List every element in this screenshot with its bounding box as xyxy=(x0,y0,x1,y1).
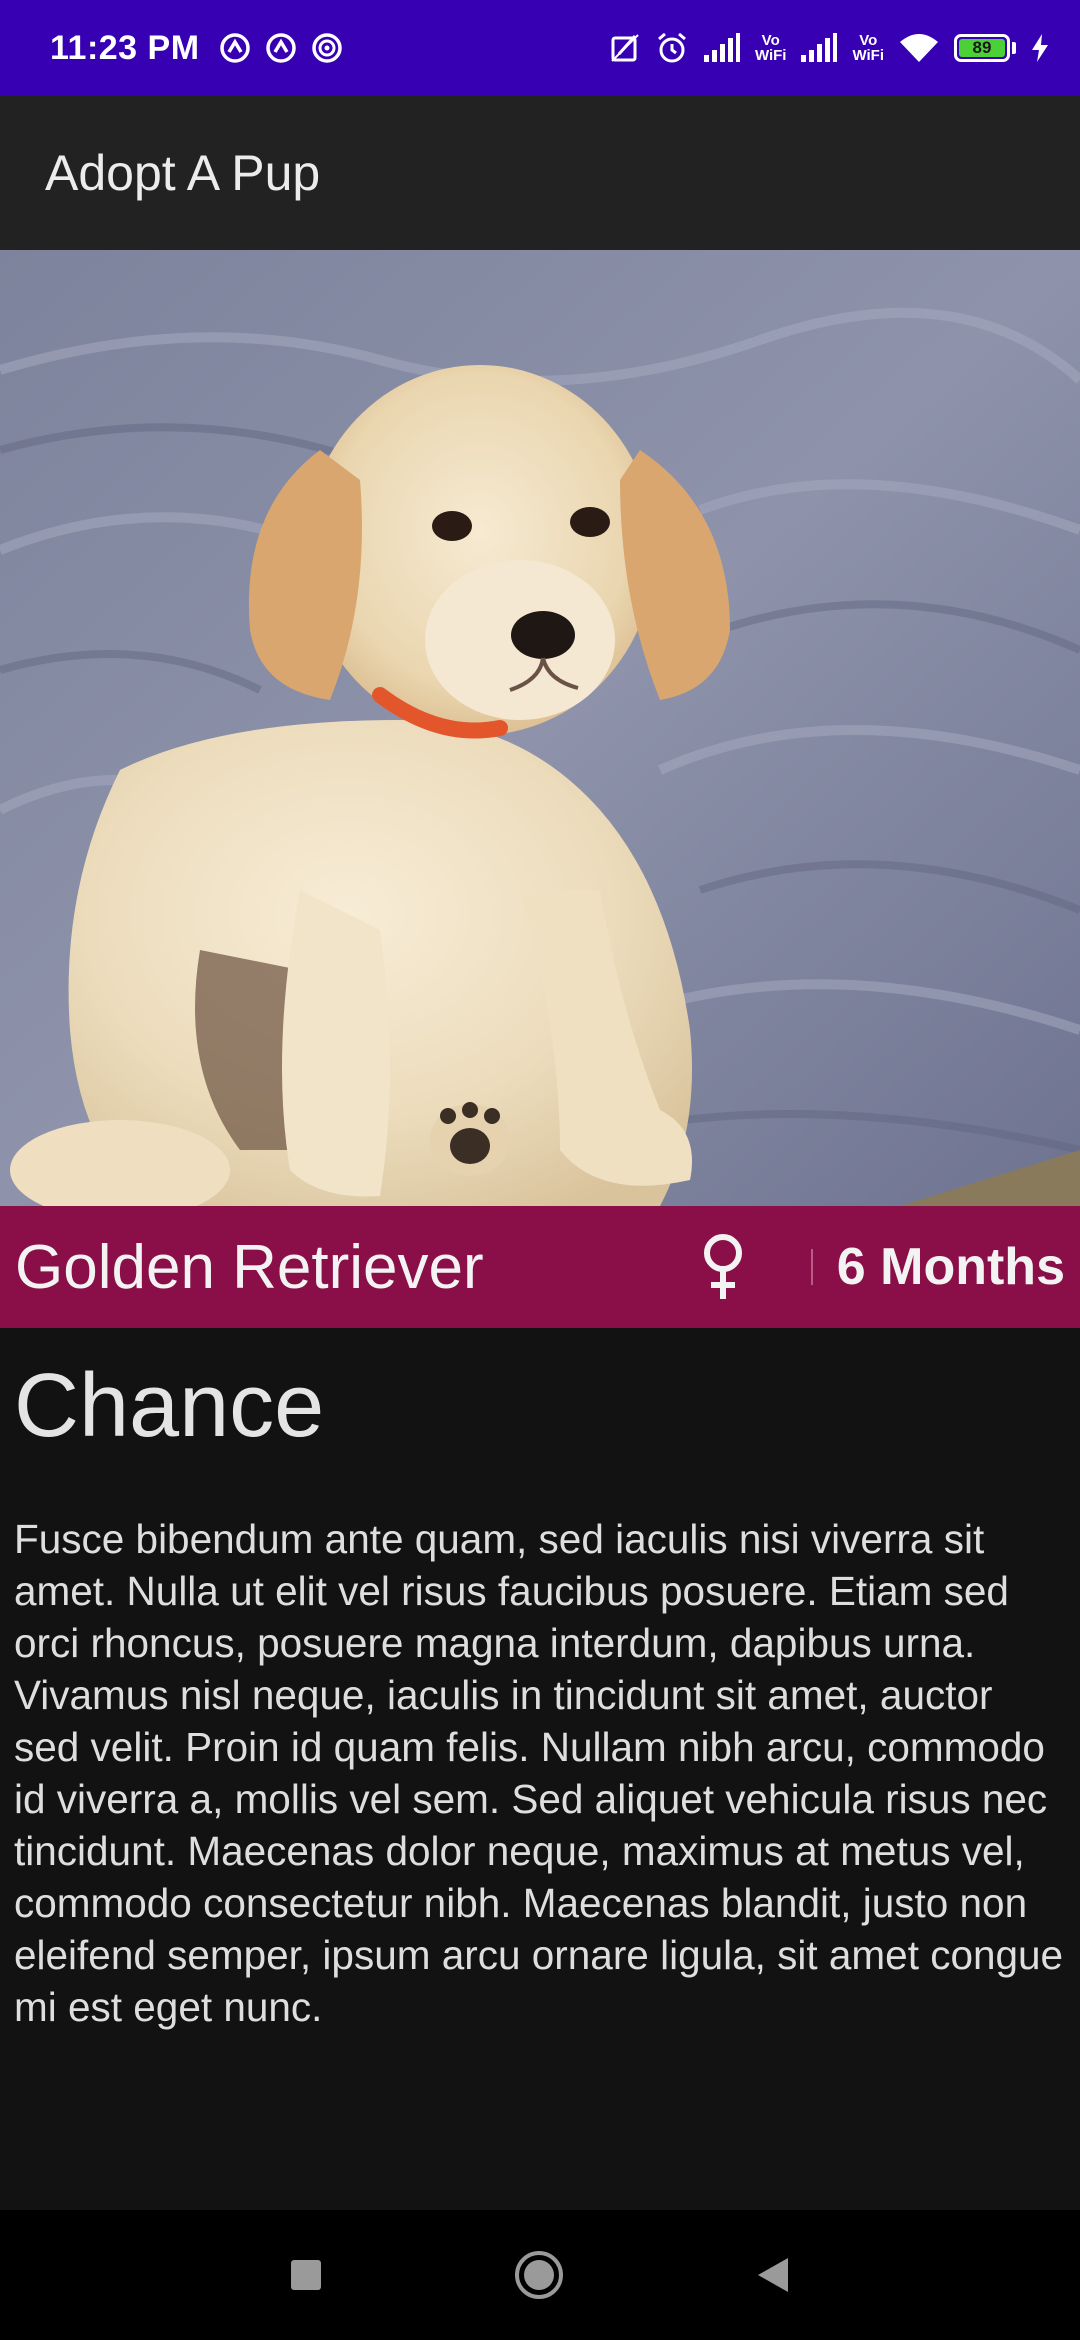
vowifi-top-label: Vo xyxy=(859,32,878,49)
status-bar: 11:23 PM Vo WiFi Vo WiFi 89 xyxy=(0,0,1080,96)
pet-photo xyxy=(0,250,1080,1206)
vowifi-bottom-label: WiFi xyxy=(754,47,787,64)
battery-tip xyxy=(1012,42,1016,54)
wifi-icon xyxy=(898,32,940,64)
pet-name: Chance xyxy=(14,1356,325,1456)
signal-icon xyxy=(800,33,838,63)
battery-icon: 89 xyxy=(954,34,1016,62)
recents-icon[interactable] xyxy=(289,2258,323,2292)
pet-meta: 6 Months xyxy=(699,1233,1065,1301)
breed-label: Golden Retriever xyxy=(15,1232,484,1302)
vowifi-icon: Vo WiFi xyxy=(755,33,787,63)
age-label: 6 Months xyxy=(836,1238,1065,1296)
home-icon[interactable] xyxy=(513,2249,565,2301)
status-left-icons xyxy=(218,31,344,65)
charging-icon xyxy=(1030,33,1050,63)
status-right-icons: Vo WiFi Vo WiFi 89 xyxy=(609,31,1050,65)
signal-icon xyxy=(703,33,741,63)
back-icon[interactable] xyxy=(755,2256,791,2294)
pet-description: Fusce bibendum ante quam, sed iaculis ni… xyxy=(14,1516,1064,2030)
vowifi-top-label: Vo xyxy=(761,32,780,49)
status-time: 11:23 PM xyxy=(50,28,200,67)
edit-off-icon xyxy=(609,32,641,64)
navigation-bar xyxy=(0,2210,1080,2340)
battery-body: 89 xyxy=(954,34,1010,62)
battery-level: 89 xyxy=(959,38,1005,57)
radio-icon xyxy=(310,31,344,65)
alarm-icon xyxy=(655,31,689,65)
puppy-photo xyxy=(0,250,1080,1206)
app-title: Adopt A Pup xyxy=(45,145,321,201)
vowifi-icon: Vo WiFi xyxy=(852,33,884,63)
female-icon xyxy=(699,1233,747,1301)
notification-icon xyxy=(264,31,298,65)
notification-icon xyxy=(218,31,252,65)
vowifi-bottom-label: WiFi xyxy=(852,47,884,64)
app-bar: Adopt A Pup xyxy=(0,96,1080,250)
pet-info-strip: Golden Retriever 6 Months xyxy=(0,1206,1080,1328)
meta-divider xyxy=(810,1249,813,1285)
